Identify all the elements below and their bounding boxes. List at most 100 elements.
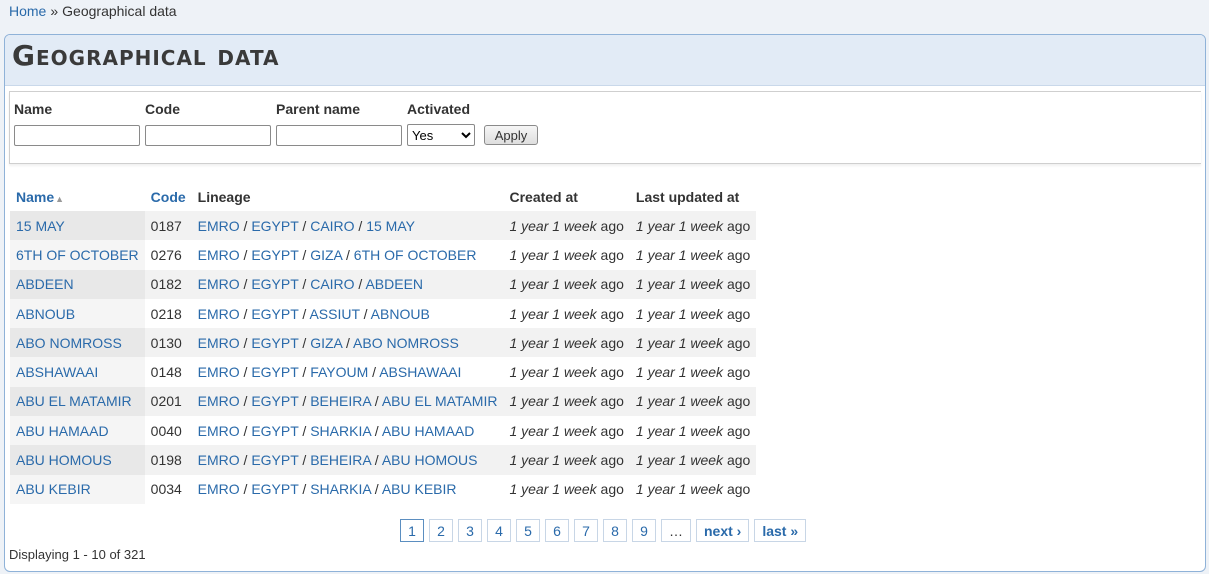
column-header-code[interactable]: Code (145, 187, 192, 211)
page-link-5[interactable]: 5 (516, 519, 540, 542)
cell-name: ABNOUB (10, 298, 145, 329)
row-name-link[interactable]: 6TH OF OCTOBER (16, 247, 139, 263)
lineage-link[interactable]: ABU EL MATAMIR (382, 393, 498, 409)
lineage-link[interactable]: EMRO (198, 276, 240, 292)
lineage-link[interactable]: EGYPT (251, 335, 298, 351)
page-link-2[interactable]: 2 (429, 519, 453, 542)
lineage-link[interactable]: BEHEIRA (310, 393, 371, 409)
lineage-link[interactable]: ABSHAWAAI (379, 364, 461, 380)
lineage-separator: / (298, 305, 310, 322)
lineage-link[interactable]: ABNOUB (371, 306, 430, 322)
results-summary: Displaying 1 - 10 of 321 (9, 547, 146, 562)
row-name-link[interactable]: ABSHAWAAI (16, 364, 98, 380)
page-link-9[interactable]: 9 (632, 519, 656, 542)
cell-name: ABU KEBIR (10, 474, 145, 504)
row-name-link[interactable]: ABU HOMOUS (16, 452, 112, 468)
column-header-updated: Last updated at (635, 189, 740, 205)
last-page-link[interactable]: last » (754, 519, 807, 542)
lineage-link[interactable]: 6TH OF OCTOBER (354, 247, 477, 263)
lineage-link[interactable]: EMRO (198, 247, 240, 263)
lineage-link[interactable]: EMRO (198, 218, 240, 234)
lineage-link[interactable]: EGYPT (251, 247, 298, 263)
lineage-link[interactable]: EGYPT (251, 218, 298, 234)
breadcrumb-home-link[interactable]: Home (9, 3, 46, 19)
lineage-link[interactable]: GIZA (310, 335, 342, 351)
cell-lineage: EMRO / EGYPT / SHARKIA / ABU HAMAAD (191, 416, 504, 446)
cell-updated: 1 year 1 week ago (629, 357, 757, 387)
lineage-link[interactable]: EMRO (198, 452, 240, 468)
lineage-link[interactable]: SHARKIA (310, 481, 371, 497)
breadcrumb: Home» Geographical data (9, 3, 177, 19)
column-header-created: Created at (509, 189, 578, 205)
lineage-link[interactable]: EGYPT (251, 276, 298, 292)
panel-header: Geographical data (5, 35, 1205, 86)
next-page-link[interactable]: next › (696, 519, 750, 542)
cell-lineage: EMRO / EGYPT / CAIRO / 15 MAY (191, 211, 504, 241)
cell-code: 0130 (144, 328, 192, 358)
cell-updated: 1 year 1 week ago (629, 211, 757, 241)
column-header-name[interactable]: Name▲ (10, 187, 145, 211)
page-link-3[interactable]: 3 (458, 519, 482, 542)
lineage-link[interactable]: EGYPT (251, 393, 298, 409)
page-link-1[interactable]: 1 (400, 519, 424, 542)
lineage-separator: / (239, 393, 252, 410)
lineage-link[interactable]: EMRO (198, 364, 240, 380)
lineage-link[interactable]: ABU HOMOUS (382, 452, 478, 468)
lineage-link[interactable]: EGYPT (251, 306, 298, 322)
row-name-link[interactable]: 15 MAY (16, 218, 65, 234)
row-name-link[interactable]: ABU HAMAAD (16, 423, 109, 439)
row-name-link[interactable]: ABDEEN (16, 276, 74, 292)
filter-code: Code (145, 101, 271, 146)
lineage-link[interactable]: ABU HAMAAD (382, 423, 475, 439)
cell-name: ABU HOMOUS (10, 445, 145, 475)
lineage-link[interactable]: ASSIUT (309, 306, 359, 322)
row-name-link[interactable]: ABU KEBIR (16, 481, 91, 497)
lineage-link[interactable]: EGYPT (251, 364, 298, 380)
lineage-link[interactable]: EMRO (198, 393, 240, 409)
cell-code: 0187 (144, 211, 192, 241)
page-link-4[interactable]: 4 (487, 519, 511, 542)
cell-lineage: EMRO / EGYPT / GIZA / 6TH OF OCTOBER (191, 240, 504, 270)
row-name-link[interactable]: ABU EL MATAMIR (16, 393, 132, 409)
cell-created: 1 year 1 week ago (503, 416, 630, 446)
updated-age: 1 year 1 week (635, 334, 724, 351)
lineage-link[interactable]: GIZA (310, 247, 342, 263)
code-filter-input[interactable] (145, 125, 271, 146)
cell-code: 0182 (144, 269, 192, 299)
lineage-link[interactable]: ABDEEN (365, 276, 423, 292)
lineage-link[interactable]: EMRO (198, 306, 240, 322)
lineage-link[interactable]: 15 MAY (366, 218, 415, 234)
lineage-separator: / (298, 481, 311, 498)
lineage-link[interactable]: EMRO (198, 335, 240, 351)
lineage-link[interactable]: BEHEIRA (310, 452, 371, 468)
page-link-8[interactable]: 8 (603, 519, 627, 542)
lineage-link[interactable]: FAYOUM (310, 364, 368, 380)
lineage-link[interactable]: EGYPT (251, 452, 298, 468)
lineage-link[interactable]: ABO NOMROSS (353, 335, 459, 351)
lineage-link[interactable]: ABU KEBIR (382, 481, 457, 497)
activated-select[interactable]: Yes (407, 124, 475, 146)
updated-age: 1 year 1 week (635, 422, 724, 439)
lineage-link[interactable]: CAIRO (310, 276, 354, 292)
row-name-link[interactable]: ABNOUB (16, 306, 75, 322)
updated-suffix: ago (723, 305, 751, 322)
filter-name: Name (14, 101, 140, 146)
lineage-link[interactable]: CAIRO (310, 218, 354, 234)
cell-created: 1 year 1 week ago (503, 298, 630, 329)
cell-code: 0040 (144, 416, 192, 446)
lineage-link[interactable]: EMRO (198, 481, 240, 497)
updated-suffix: ago (723, 334, 751, 351)
page-link-7[interactable]: 7 (574, 519, 598, 542)
lineage-link[interactable]: SHARKIA (310, 423, 371, 439)
lineage-separator: / (354, 276, 366, 293)
lineage-link[interactable]: EGYPT (251, 481, 298, 497)
cell-name: ABU EL MATAMIR (10, 386, 145, 417)
lineage-link[interactable]: EGYPT (251, 423, 298, 439)
lineage-link[interactable]: EMRO (198, 423, 240, 439)
parent-name-filter-input[interactable] (276, 125, 402, 146)
name-filter-input[interactable] (14, 125, 140, 146)
page-link-6[interactable]: 6 (545, 519, 569, 542)
lineage-separator: / (359, 305, 371, 322)
row-name-link[interactable]: ABO NOMROSS (16, 335, 122, 351)
apply-button[interactable]: Apply (484, 125, 538, 145)
